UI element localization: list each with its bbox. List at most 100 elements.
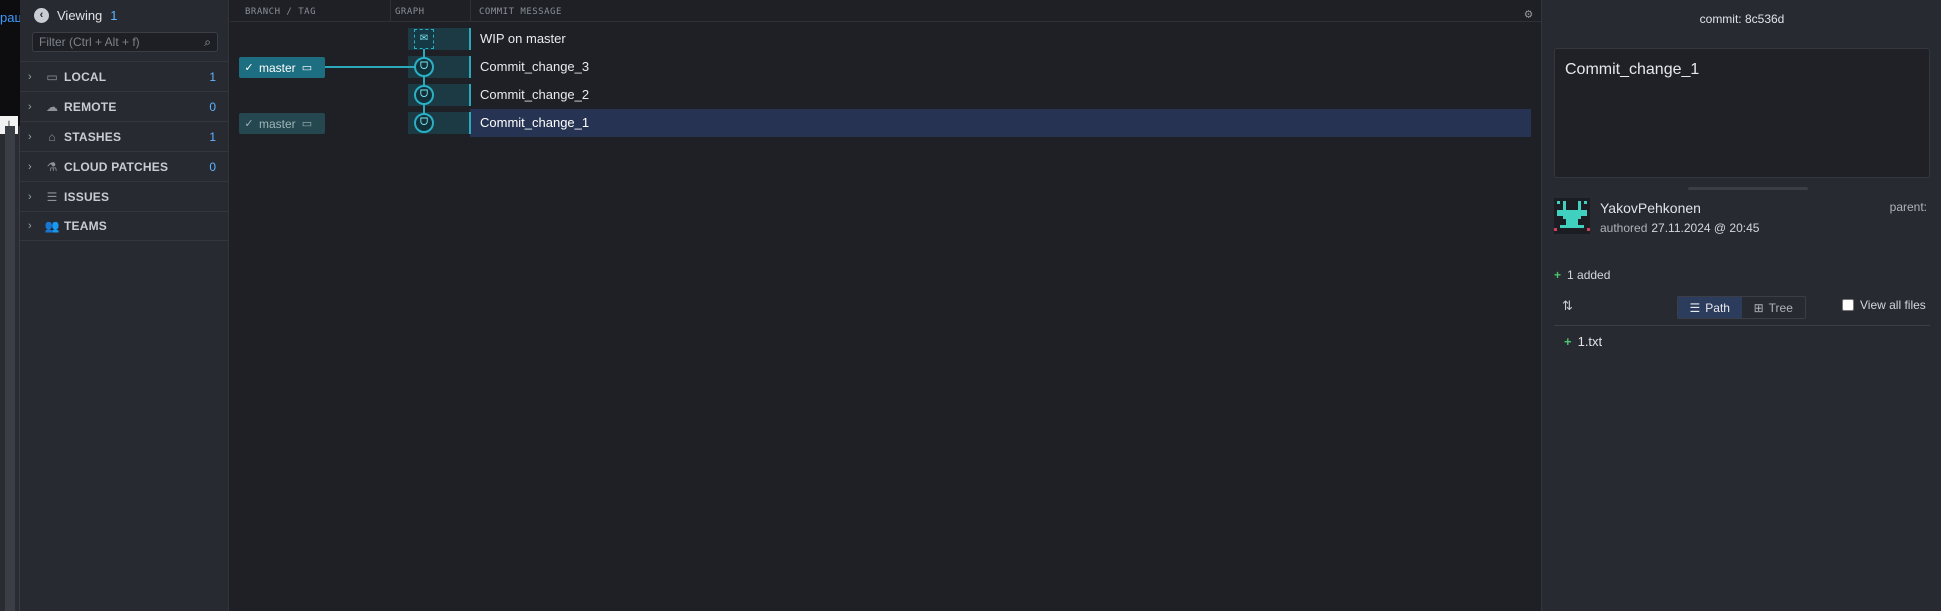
laptop-icon: ▭ bbox=[46, 69, 58, 84]
authored-line: authored 27.11.2024 @ 20:45 bbox=[1600, 221, 1759, 235]
window-edge: рац ⤓ bbox=[0, 0, 20, 611]
section-label: TEAMS bbox=[64, 219, 107, 233]
path-label: Path bbox=[1705, 300, 1730, 315]
commit-id: commit: 8c536d bbox=[1542, 12, 1941, 26]
row-marker bbox=[469, 56, 471, 78]
background-window-text: рац bbox=[0, 10, 20, 25]
commit-message: WIP on master bbox=[480, 31, 566, 46]
section-label: STASHES bbox=[64, 129, 122, 144]
tree-icon: ⊞ bbox=[1753, 300, 1764, 315]
chevron-right-icon: › bbox=[28, 220, 32, 232]
row-background bbox=[470, 109, 1531, 137]
gear-icon[interactable]: ⚙ bbox=[1525, 7, 1533, 22]
branch-badge-master[interactable]: ✓ master ▭ bbox=[239, 57, 325, 78]
row-marker bbox=[469, 112, 471, 134]
commit-hash[interactable]: 8c536d bbox=[1745, 12, 1784, 26]
column-divider[interactable] bbox=[390, 0, 391, 22]
back-arrow-icon[interactable]: ‹ bbox=[34, 8, 49, 23]
check-icon: ✓ bbox=[244, 118, 254, 130]
branch-name: master bbox=[259, 60, 296, 75]
commit-message: Commit_change_3 bbox=[480, 59, 590, 74]
commit-graph-panel: BRANCH / TAG GRAPH COMMIT MESSAGE ⚙ WIP … bbox=[230, 0, 1541, 611]
chevron-right-icon: › bbox=[28, 190, 32, 203]
search-icon[interactable]: ⌕ bbox=[204, 35, 211, 50]
added-summary: +1 added bbox=[1554, 268, 1610, 282]
authored-date: 27.11.2024 @ 20:45 bbox=[1651, 221, 1760, 235]
section-count: 0 bbox=[209, 99, 216, 114]
section-local[interactable]: › ▭ LOCAL 1 bbox=[20, 61, 228, 91]
viewing-count: 1 bbox=[110, 8, 118, 23]
section-count: 0 bbox=[209, 159, 216, 174]
filter-input[interactable] bbox=[33, 33, 193, 51]
list-icon: ☰ bbox=[1689, 300, 1701, 315]
view-mode-toggle: ☰ Path ⊞ Tree bbox=[1677, 296, 1806, 319]
branch-column-header[interactable]: BRANCH / TAG bbox=[245, 7, 316, 17]
graph-column-header[interactable]: GRAPH bbox=[395, 7, 425, 17]
tree-view-button[interactable]: ⊞ Tree bbox=[1742, 297, 1806, 318]
list-icon: ☰ bbox=[46, 189, 58, 204]
section-count: 1 bbox=[209, 129, 216, 144]
window-edge-strip bbox=[5, 126, 15, 611]
file-name: 1.txt bbox=[1577, 334, 1603, 349]
branch-connector-line bbox=[325, 66, 422, 68]
laptop-icon: ▭ bbox=[301, 62, 313, 74]
commit-details-panel: commit: 8c536d Commit_change_1 YakovPehk… bbox=[1541, 0, 1941, 611]
branch-name: master bbox=[259, 116, 296, 131]
chevron-right-icon: › bbox=[28, 70, 32, 83]
section-issues[interactable]: › ☰ ISSUES bbox=[20, 181, 228, 211]
flask-icon: ⚗ bbox=[46, 159, 58, 174]
path-view-button[interactable]: ☰ Path bbox=[1678, 297, 1742, 318]
row-background bbox=[470, 81, 1531, 109]
commit-avatar-node[interactable]: ᗜ bbox=[414, 85, 434, 105]
column-divider[interactable] bbox=[470, 0, 471, 22]
section-count: 1 bbox=[209, 69, 216, 84]
section-label: REMOTE bbox=[64, 99, 117, 114]
message-column-header[interactable]: COMMIT MESSAGE bbox=[479, 7, 562, 17]
checkbox[interactable] bbox=[1842, 299, 1854, 311]
tree-label: Tree bbox=[1768, 300, 1793, 315]
chevron-right-icon: › bbox=[28, 100, 32, 113]
left-sidebar: ‹ Viewing 1 ⌕ › ▭ LOCAL 1 › ☁ REMOTE 0 ›… bbox=[20, 0, 229, 611]
divider bbox=[1554, 325, 1930, 326]
check-icon: ✓ bbox=[244, 62, 254, 74]
commit-message: Commit_change_1 bbox=[480, 115, 590, 130]
branch-badge-master[interactable]: ✓ master ▭ bbox=[239, 113, 325, 134]
author-avatar bbox=[1554, 198, 1590, 234]
section-teams[interactable]: › 👥 TEAMS bbox=[20, 211, 228, 241]
file-row[interactable]: +1.txt bbox=[1564, 334, 1602, 349]
section-label: LOCAL bbox=[64, 69, 107, 84]
row-marker bbox=[469, 28, 471, 50]
parent-label: parent: bbox=[1889, 200, 1927, 214]
plus-icon: + bbox=[1564, 334, 1572, 349]
commit-message: Commit_change_2 bbox=[480, 87, 590, 102]
laptop-icon: ▭ bbox=[301, 118, 313, 130]
row-marker bbox=[469, 84, 471, 106]
author-name: YakovPehkonen bbox=[1600, 200, 1701, 216]
row-background bbox=[470, 53, 1531, 81]
view-all-files-label: View all files bbox=[1860, 298, 1926, 312]
column-header: BRANCH / TAG GRAPH COMMIT MESSAGE ⚙ bbox=[230, 0, 1541, 22]
people-icon: 👥 bbox=[44, 219, 60, 233]
section-label: CLOUD PATCHES bbox=[64, 159, 169, 174]
plus-icon: + bbox=[1554, 268, 1562, 282]
view-all-files-checkbox[interactable]: View all files bbox=[1842, 298, 1926, 312]
commit-avatar-node[interactable]: ᗜ bbox=[414, 57, 434, 77]
stash-icon: ⌂ bbox=[48, 129, 56, 144]
viewing-label: Viewing bbox=[57, 8, 103, 23]
section-stashes[interactable]: › ⌂ STASHES 1 bbox=[20, 121, 228, 151]
added-count: 1 added bbox=[1567, 268, 1611, 282]
section-remote[interactable]: › ☁ REMOTE 0 bbox=[20, 91, 228, 121]
resize-handle[interactable] bbox=[1688, 187, 1808, 190]
commit-message-box[interactable]: Commit_change_1 bbox=[1554, 48, 1930, 178]
commit-label: commit: bbox=[1699, 12, 1742, 26]
section-cloud-patches[interactable]: › ⚗ CLOUD PATCHES 0 bbox=[20, 151, 228, 181]
wip-node-icon[interactable]: ✉ bbox=[414, 29, 434, 49]
authored-label: authored bbox=[1600, 221, 1648, 235]
section-label: ISSUES bbox=[64, 189, 110, 204]
commit-avatar-node[interactable]: ᗜ bbox=[414, 113, 434, 133]
filter-box[interactable]: ⌕ bbox=[32, 32, 218, 52]
chevron-right-icon: › bbox=[28, 160, 32, 173]
sort-icon[interactable]: ⇅ bbox=[1562, 298, 1573, 314]
row-background bbox=[470, 25, 1531, 53]
chevron-right-icon: › bbox=[28, 130, 32, 143]
